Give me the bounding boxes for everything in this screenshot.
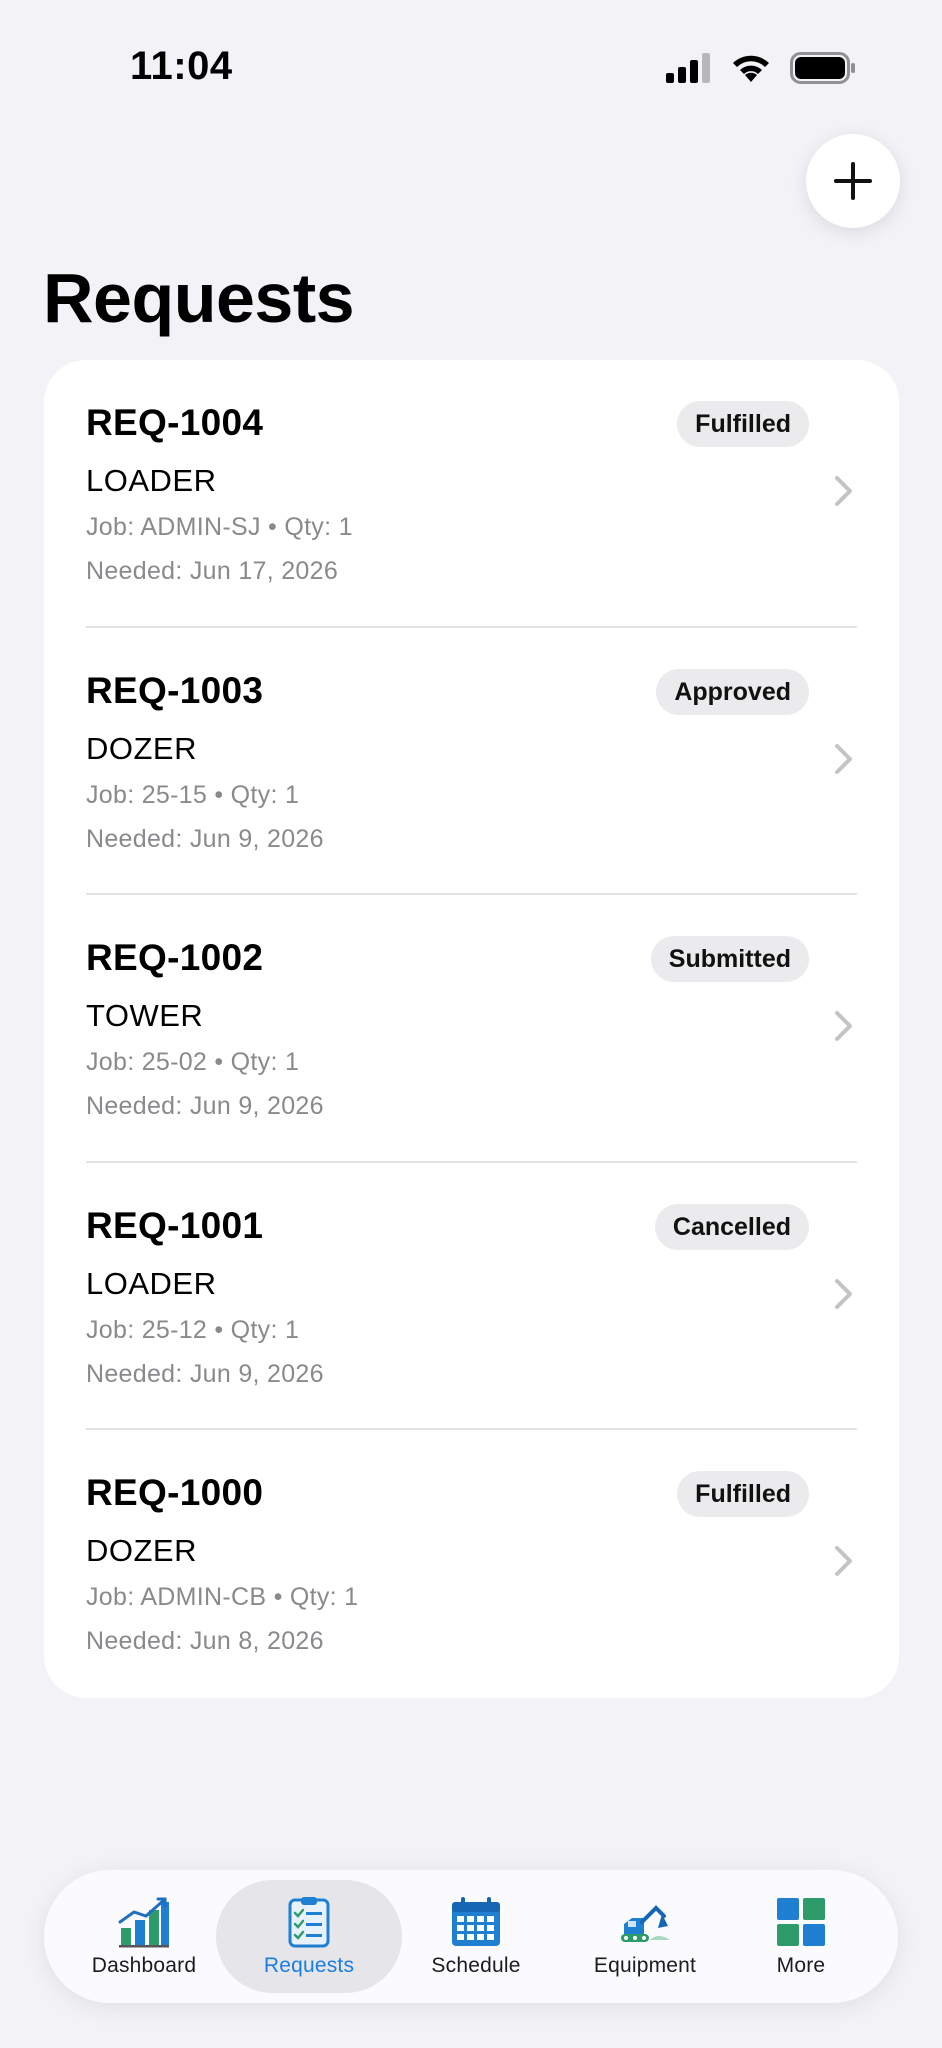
battery-icon bbox=[790, 52, 855, 84]
equipment-type: LOADER bbox=[86, 1265, 217, 1301]
tab-schedule[interactable]: Schedule bbox=[390, 1880, 562, 1993]
clipboard-checklist-icon bbox=[288, 1897, 330, 1948]
request-row[interactable]: REQ-1004 Fulfilled LOADER Job: ADMIN-SJ … bbox=[44, 360, 899, 628]
request-id: REQ-1000 bbox=[86, 1472, 264, 1514]
chevron-right-icon bbox=[835, 743, 852, 774]
tab-dashboard[interactable]: Dashboard bbox=[64, 1880, 224, 1993]
job-quantity: Job: 25-15 • Qty: 1 bbox=[86, 780, 300, 809]
tab-equipment[interactable]: Equipment bbox=[554, 1880, 736, 1993]
tab-bar: Dashboard Requests Schedule Equipment Mo… bbox=[44, 1870, 898, 2003]
chevron-right-icon bbox=[835, 1278, 852, 1309]
request-id: REQ-1004 bbox=[86, 402, 264, 443]
status-badge: Fulfilled bbox=[677, 401, 809, 447]
job-quantity: Job: 25-02 • Qty: 1 bbox=[86, 1048, 300, 1077]
status-badge: Approved bbox=[656, 668, 809, 715]
request-id: REQ-1002 bbox=[86, 937, 264, 979]
job-quantity: Job: ADMIN-CB • Qty: 1 bbox=[86, 1583, 359, 1612]
status-icons bbox=[666, 52, 856, 84]
equipment-type: TOWER bbox=[86, 998, 204, 1034]
request-row[interactable]: REQ-1000 Fulfilled DOZER Job: ADMIN-CB •… bbox=[44, 1430, 899, 1698]
tab-label: Equipment bbox=[593, 1954, 697, 1977]
job-quantity: Job: ADMIN-SJ • Qty: 1 bbox=[86, 513, 353, 541]
requests-list: REQ-1004 Fulfilled LOADER Job: ADMIN-SJ … bbox=[44, 360, 899, 1698]
tab-label: Dashboard bbox=[91, 1954, 197, 1977]
needed-date: Needed: Jun 8, 2026 bbox=[86, 1627, 324, 1656]
plus-icon bbox=[834, 162, 872, 200]
needed-date: Needed: Jun 9, 2026 bbox=[86, 1359, 324, 1388]
request-row[interactable]: REQ-1002 Submitted TOWER Job: 25-02 • Qt… bbox=[44, 895, 899, 1163]
chevron-right-icon bbox=[835, 1011, 852, 1042]
request-row[interactable]: REQ-1003 Approved DOZER Job: 25-15 • Qty… bbox=[44, 628, 899, 896]
tab-label: More bbox=[776, 1954, 826, 1977]
status-badge: Fulfilled bbox=[677, 1471, 809, 1518]
request-id: REQ-1003 bbox=[86, 669, 264, 711]
cellular-signal-icon bbox=[666, 53, 710, 83]
bar-chart-icon bbox=[118, 1897, 169, 1948]
equipment-type: DOZER bbox=[86, 1533, 197, 1569]
status-badge: Cancelled bbox=[654, 1203, 809, 1250]
chevron-right-icon bbox=[835, 1546, 852, 1577]
add-request-button[interactable] bbox=[806, 134, 900, 228]
job-quantity: Job: 25-12 • Qty: 1 bbox=[86, 1315, 300, 1344]
tab-more[interactable]: More bbox=[726, 1880, 876, 1993]
needed-date: Needed: Jun 17, 2026 bbox=[86, 557, 339, 585]
tab-label: Schedule bbox=[431, 1954, 521, 1977]
grid-icon bbox=[777, 1898, 825, 1946]
page-title: Requests bbox=[43, 259, 355, 337]
request-id: REQ-1001 bbox=[86, 1204, 264, 1246]
request-row[interactable]: REQ-1001 Cancelled LOADER Job: 25-12 • Q… bbox=[44, 1163, 899, 1431]
status-time: 11:04 bbox=[130, 44, 233, 88]
tab-label: Requests bbox=[263, 1954, 355, 1977]
status-bar: 11:04 bbox=[0, 0, 942, 140]
equipment-type: DOZER bbox=[86, 730, 197, 766]
chevron-right-icon bbox=[835, 476, 852, 506]
calendar-icon bbox=[452, 1897, 500, 1946]
needed-date: Needed: Jun 9, 2026 bbox=[86, 824, 324, 853]
equipment-type: LOADER bbox=[86, 463, 217, 498]
excavator-icon bbox=[621, 1905, 670, 1942]
status-badge: Submitted bbox=[650, 936, 809, 983]
wifi-icon bbox=[733, 55, 769, 82]
needed-date: Needed: Jun 9, 2026 bbox=[86, 1092, 324, 1121]
tab-requests[interactable]: Requests bbox=[216, 1880, 402, 1993]
